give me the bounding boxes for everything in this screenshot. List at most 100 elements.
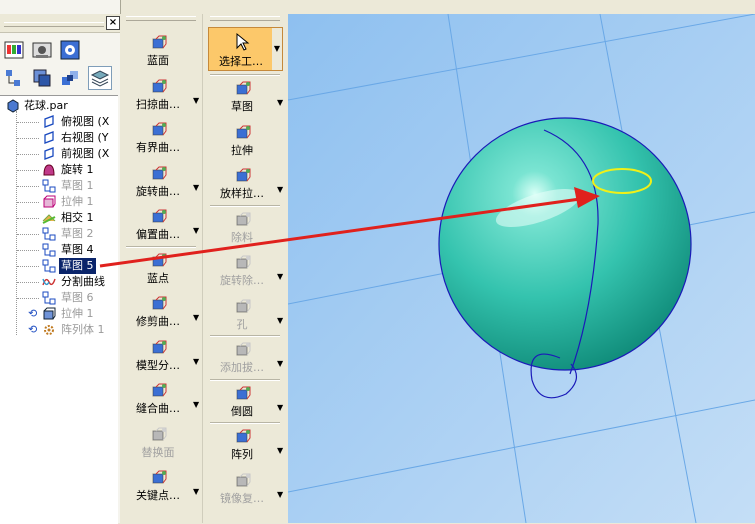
surface-tool-label: 模型分… (136, 358, 180, 372)
dropdown-arrow-icon[interactable]: ▼ (193, 183, 199, 192)
select-tool-button[interactable]: 选择工… (208, 27, 274, 71)
sketch-icon (42, 179, 56, 193)
feature-tool-label: 草图 (231, 100, 253, 113)
feature-tool-label: 拉伸 (231, 143, 253, 157)
panel-close-button[interactable]: × (106, 16, 120, 30)
surface-tool-9[interactable]: 替换面 (123, 424, 199, 462)
3d-viewport[interactable] (288, 14, 755, 523)
dropdown-arrow-icon[interactable]: ▼ (193, 96, 199, 105)
parts-icon[interactable] (30, 66, 54, 90)
feature-tool-3[interactable]: 除料 (207, 209, 283, 247)
split-curve-icon (42, 278, 56, 286)
surface-tool-label: 旋转曲… (136, 184, 180, 198)
dropdown-arrow-icon[interactable]: ▼ (193, 400, 199, 409)
dropdown-arrow-icon[interactable]: ▼ (193, 226, 199, 235)
surface-tool-label: 蓝点 (147, 271, 169, 285)
feature-tool-4[interactable]: 旋转除… ▼ (207, 252, 283, 290)
surface-tool-label: 替换面 (141, 445, 175, 459)
dropdown-arrow-icon[interactable]: ▼ (277, 98, 283, 107)
surface-tool-label: 扫掠曲… (136, 97, 180, 111)
surface-tool-2[interactable]: 有界曲… (123, 119, 199, 157)
feature-tool-label: 孔 (236, 317, 248, 331)
feature-tool-label: 镜像复… (220, 491, 264, 505)
pattern-icon (236, 429, 251, 443)
surface-tool-0[interactable]: 蓝面 (123, 32, 199, 70)
feature-tool-label: 阵列 (231, 448, 253, 461)
dropdown-arrow-icon[interactable]: ▼ (193, 357, 199, 366)
surface-tool-1[interactable]: 扫掠曲… ▼ (123, 76, 199, 114)
surface-tool-5[interactable]: 蓝点 (123, 250, 199, 288)
surface-tool-label: 有界曲… (136, 141, 180, 154)
dropdown-arrow-icon[interactable]: ▼ (277, 403, 283, 412)
hole-icon (236, 299, 251, 312)
feature-tool-6[interactable]: 添加拔… ▼ (207, 339, 283, 377)
tree-view-icon[interactable] (2, 66, 26, 90)
dropdown-arrow-icon[interactable]: ▼ (193, 313, 199, 322)
layers-icon[interactable] (88, 66, 112, 90)
surface-tool-6[interactable]: 修剪曲… ▼ (123, 293, 199, 331)
select-tool-dropdown[interactable]: ▼ (272, 27, 283, 71)
feature-tool-0[interactable]: 草图 ▼ (207, 78, 283, 116)
surface-tool-8[interactable]: 缝合曲… ▼ (123, 380, 199, 418)
sphere-body[interactable] (438, 117, 692, 371)
feature-tool-5[interactable]: 孔 ▼ (207, 296, 283, 334)
plane-icon (44, 131, 54, 144)
trim-icon (152, 296, 167, 310)
offset-icon (152, 209, 167, 223)
loft-icon (236, 168, 251, 182)
surface-tool-label: 蓝面 (147, 54, 169, 67)
feature-tool-2[interactable]: 放样拉… ▼ (207, 165, 283, 203)
sketch-icon (236, 81, 251, 95)
feature-tool-label: 旋转除… (220, 274, 264, 287)
family-icon[interactable] (30, 38, 54, 62)
feature-tree: 花球.par 俯视图 (X 右视图 (Y 前视图 (X 旋转 1 草图 1 拉伸… (0, 95, 118, 524)
replace-face-icon (152, 427, 167, 440)
extrude-icon (43, 307, 56, 320)
feature-toolbar: 草图 ▼ 拉伸 放样拉… ▼ 除料 旋转除… ▼ 孔 ▼ 添加拔… ▼ 倒圆 ▼ 阵列 ▼ 镜像复… ▼ (204, 14, 286, 523)
surface-tool-7[interactable]: 模型分… ▼ (123, 337, 199, 375)
dropdown-arrow-icon[interactable]: ▼ (277, 490, 283, 499)
extrude-icon (43, 195, 56, 208)
surface-tool-10[interactable]: 关键点… ▼ (123, 467, 199, 505)
dropdown-arrow-icon[interactable]: ▼ (277, 185, 283, 194)
intersect-icon (42, 214, 56, 224)
dropdown-arrow-icon[interactable]: ▼ (277, 446, 283, 455)
sketch-icon (42, 259, 56, 273)
surface-tool-label: 缝合曲… (136, 402, 180, 415)
assembly-icon[interactable] (58, 66, 82, 90)
round-icon (236, 386, 251, 399)
sketch-icon (42, 227, 56, 241)
part-icon (7, 99, 19, 113)
cursor-arrow-icon (236, 32, 250, 51)
feature-tool-7[interactable]: 倒圆 ▼ (207, 383, 283, 421)
split-body-icon (152, 340, 167, 353)
feature-tool-label: 倒圆 (231, 404, 253, 418)
keypoint-icon (152, 470, 167, 484)
extrude-icon (236, 125, 251, 138)
dropdown-arrow-icon[interactable]: ▼ (193, 487, 199, 496)
feature-tool-8[interactable]: 阵列 ▼ (207, 426, 283, 464)
surface-tool-4[interactable]: 偏置曲… ▼ (123, 206, 199, 244)
surface-tool-3[interactable]: 旋转曲… ▼ (123, 163, 199, 201)
pattern-icon (44, 325, 54, 335)
feature-tool-1[interactable]: 拉伸 (207, 122, 283, 160)
bluedot-icon (152, 253, 167, 266)
rollback-icon: ⟲ (28, 323, 38, 336)
stitch-icon (152, 383, 167, 397)
cutout-icon (236, 212, 251, 225)
feature-library-icon[interactable] (2, 38, 26, 62)
feature-tool-label: 除料 (231, 230, 253, 244)
panel-title-bar[interactable] (0, 14, 120, 33)
mirror-icon (236, 473, 251, 486)
layers-settings-icon[interactable] (58, 38, 82, 62)
dropdown-arrow-icon[interactable]: ▼ (277, 272, 283, 281)
plane-icon (44, 115, 54, 128)
feature-tool-label: 添加拔… (220, 361, 264, 374)
surface-tool-label: 关键点… (136, 489, 180, 502)
dropdown-arrow-icon[interactable]: ▼ (277, 359, 283, 368)
dropdown-arrow-icon[interactable]: ▼ (277, 316, 283, 325)
revolve-surface-icon (152, 166, 167, 179)
bluesurf-icon (152, 35, 167, 49)
feature-tool-9[interactable]: 镜像复… ▼ (207, 470, 283, 508)
revolve-icon (43, 164, 55, 176)
